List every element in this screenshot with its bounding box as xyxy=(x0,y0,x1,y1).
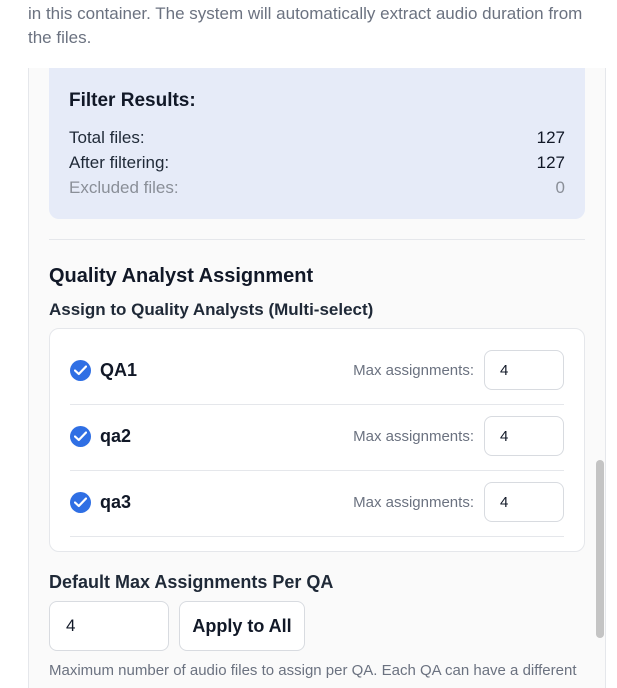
qa3-max-input[interactable] xyxy=(484,482,564,522)
default-max-hint: Maximum number of audio files to assign … xyxy=(49,662,577,679)
qa-row-qa3: qa3 Max assignments: xyxy=(70,471,564,537)
qa-row-qa1: QA1 Max assignments: xyxy=(70,339,564,405)
check-icon xyxy=(74,497,87,508)
total-files-value: 127 xyxy=(536,128,565,147)
qa1-max-label: Max assignments: xyxy=(353,362,474,379)
qa-multiselect-label: Assign to Quality Analysts (Multi-select… xyxy=(49,300,374,319)
excluded-files-label: Excluded files: xyxy=(69,178,179,197)
after-filtering-row: After filtering: 127 xyxy=(69,153,565,175)
qa3-name: qa3 xyxy=(100,492,132,512)
qa-row-qa2: qa2 Max assignments: xyxy=(70,405,564,471)
section-divider xyxy=(49,239,585,240)
qa1-max-input[interactable] xyxy=(484,350,564,390)
default-max-input[interactable] xyxy=(49,601,169,651)
qa2-max-label: Max assignments: xyxy=(353,428,474,445)
after-filtering-label: After filtering: xyxy=(69,153,170,172)
filter-results-box: Filter Results: Total files: 127 After f… xyxy=(49,68,585,219)
intro-text: in this container. The system will autom… xyxy=(28,4,583,47)
after-filtering-value: 127 xyxy=(536,153,565,172)
qa-assignment-title: Quality Analyst Assignment xyxy=(49,265,314,287)
qa2-checkbox[interactable] xyxy=(70,426,91,447)
qa1-name: QA1 xyxy=(100,360,138,380)
qa-list: QA1 Max assignments: qa2 Max assignments… xyxy=(49,328,585,552)
apply-to-all-button[interactable]: Apply to All xyxy=(179,601,305,651)
excluded-files-row: Excluded files: 0 xyxy=(69,178,565,200)
scrollbar-thumb[interactable] xyxy=(596,460,604,638)
assignment-panel: Filter Results: Total files: 127 After f… xyxy=(28,68,606,688)
total-files-label: Total files: xyxy=(69,128,145,147)
total-files-row: Total files: 127 xyxy=(69,128,565,150)
qa3-max-label: Max assignments: xyxy=(353,494,474,511)
qa3-checkbox[interactable] xyxy=(70,492,91,513)
qa1-checkbox[interactable] xyxy=(70,360,91,381)
qa2-max-input[interactable] xyxy=(484,416,564,456)
qa2-name: qa2 xyxy=(100,426,132,446)
check-icon xyxy=(74,431,87,442)
filter-results-title: Filter Results: xyxy=(69,90,196,111)
default-max-title: Default Max Assignments Per QA xyxy=(49,572,334,592)
excluded-files-value: 0 xyxy=(555,178,565,197)
check-icon xyxy=(74,365,87,376)
